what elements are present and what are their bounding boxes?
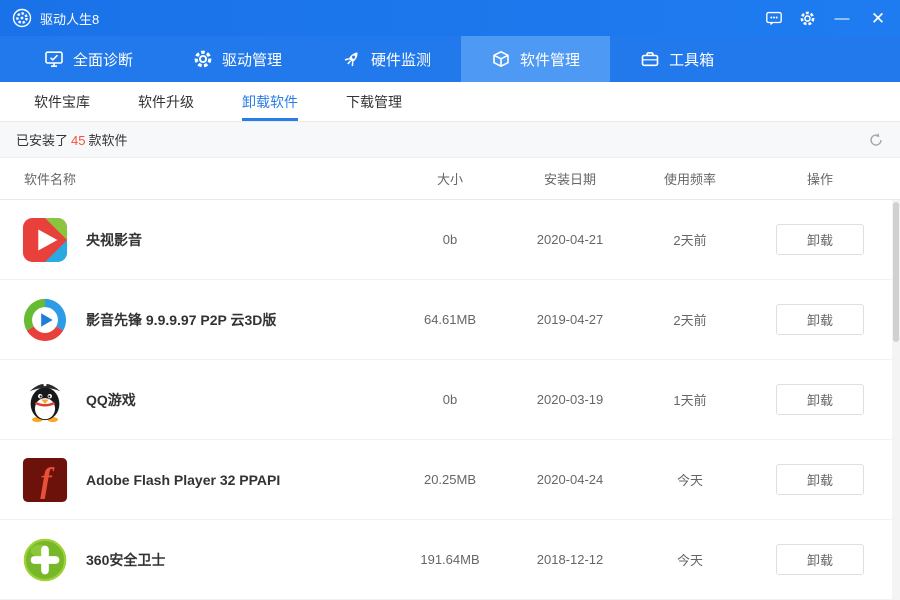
header-software-name: 软件名称 <box>0 169 390 188</box>
software-size: 0b <box>390 232 510 247</box>
app-title: 驱动人生8 <box>40 9 99 28</box>
usage-frequency: 1天前 <box>630 390 750 409</box>
header-size: 大小 <box>390 169 510 188</box>
flash-player-app-icon: f <box>22 457 68 503</box>
titlebar: 驱动人生8 — ✕ <box>0 0 900 36</box>
software-size: 0b <box>390 392 510 407</box>
usage-frequency: 2天前 <box>630 230 750 249</box>
software-name: QQ游戏 <box>86 390 136 410</box>
software-name: 央视影音 <box>86 230 142 250</box>
software-box-icon <box>491 49 511 69</box>
nav-item-full-diagnosis[interactable]: 全面诊断 <box>14 36 163 82</box>
status-prefix: 已安装了 <box>16 133 68 148</box>
nav-item-label: 工具箱 <box>669 49 714 70</box>
uninstall-button[interactable]: 卸载 <box>776 464 864 495</box>
table-header: 软件名称 大小 安装日期 使用频率 操作 <box>0 158 900 200</box>
subtab-software-upgrade[interactable]: 软件升级 <box>114 82 218 121</box>
install-date: 2019-04-27 <box>510 312 630 327</box>
table-row: 影音先锋 9.9.9.97 P2P 云3D版 64.61MB 2019-04-2… <box>0 280 900 360</box>
software-size: 64.61MB <box>390 312 510 327</box>
subtab-uninstall-software[interactable]: 卸载软件 <box>218 82 322 121</box>
toolbox-icon <box>640 49 660 69</box>
nav-item-label: 全面诊断 <box>73 49 133 70</box>
installed-count-text: 已安装了45款软件 <box>16 130 128 149</box>
software-name-cell: QQ游戏 <box>0 377 390 423</box>
install-date: 2018-12-12 <box>510 552 630 567</box>
uninstall-button[interactable]: 卸载 <box>776 544 864 575</box>
software-name: Adobe Flash Player 32 PPAPI <box>86 472 280 488</box>
uninstall-button[interactable]: 卸载 <box>776 224 864 255</box>
nav-item-toolbox[interactable]: 工具箱 <box>610 36 744 82</box>
table-row: 360安全卫士 191.64MB 2018-12-12 今天 卸载 <box>0 520 900 600</box>
status-suffix: 款软件 <box>88 133 127 148</box>
header-operation: 操作 <box>750 169 890 188</box>
software-size: 20.25MB <box>390 472 510 487</box>
status-bar: 已安装了45款软件 <box>0 122 900 158</box>
software-name-cell: f Adobe Flash Player 32 PPAPI <box>0 457 390 503</box>
install-date: 2020-04-21 <box>510 232 630 247</box>
xfplay-app-icon <box>22 297 68 343</box>
install-date: 2020-04-24 <box>510 472 630 487</box>
nav-item-hardware-monitor[interactable]: 硬件监测 <box>312 36 461 82</box>
feedback-icon[interactable] <box>765 9 783 27</box>
software-name-cell: 影音先锋 9.9.9.97 P2P 云3D版 <box>0 297 390 343</box>
app-logo-icon <box>12 8 32 28</box>
table-row: 央视影音 0b 2020-04-21 2天前 卸载 <box>0 200 900 280</box>
software-name: 影音先锋 9.9.9.97 P2P 云3D版 <box>86 310 276 330</box>
scrollbar-thumb[interactable] <box>893 202 899 342</box>
rocket-hardware-icon <box>342 49 362 69</box>
table-row: f Adobe Flash Player 32 PPAPI 20.25MB 20… <box>0 440 900 520</box>
uninstall-button[interactable]: 卸载 <box>776 304 864 335</box>
install-date: 2020-03-19 <box>510 392 630 407</box>
close-button[interactable]: ✕ <box>868 10 888 27</box>
cctv-video-app-icon <box>22 217 68 263</box>
header-usage-frequency: 使用频率 <box>630 169 750 188</box>
usage-frequency: 今天 <box>630 470 750 489</box>
refresh-icon[interactable] <box>868 132 884 148</box>
nav-item-label: 硬件监测 <box>371 49 431 70</box>
subtab-bar: 软件宝库 软件升级 卸载软件 下载管理 <box>0 82 900 122</box>
settings-gear-icon[interactable] <box>799 10 816 27</box>
titlebar-left: 驱动人生8 <box>12 8 99 28</box>
monitor-diagnosis-icon <box>44 49 64 69</box>
360-security-app-icon <box>22 537 68 583</box>
minimize-button[interactable]: — <box>832 11 852 26</box>
usage-frequency: 2天前 <box>630 310 750 329</box>
nav-item-software-management[interactable]: 软件管理 <box>461 36 610 82</box>
subtab-label: 软件升级 <box>138 92 194 112</box>
software-name: 360安全卫士 <box>86 550 165 570</box>
subtab-label: 卸载软件 <box>242 92 298 112</box>
header-install-date: 安装日期 <box>510 169 630 188</box>
usage-frequency: 今天 <box>630 550 750 569</box>
uninstall-button[interactable]: 卸载 <box>776 384 864 415</box>
qq-games-app-icon <box>22 377 68 423</box>
nav-item-label: 驱动管理 <box>222 49 282 70</box>
nav-item-driver-management[interactable]: 驱动管理 <box>163 36 312 82</box>
app-window: 驱动人生8 — ✕ <box>0 0 900 600</box>
subtab-label: 下载管理 <box>346 92 402 112</box>
main-nav: 全面诊断 驱动管理 硬件监测 <box>0 36 900 82</box>
subtab-software-store[interactable]: 软件宝库 <box>10 82 114 121</box>
software-name-cell: 央视影音 <box>0 217 390 263</box>
subtab-label: 软件宝库 <box>34 92 90 112</box>
software-name-cell: 360安全卫士 <box>0 537 390 583</box>
gear-driver-icon <box>193 49 213 69</box>
titlebar-controls: — ✕ <box>765 9 888 27</box>
software-size: 191.64MB <box>390 552 510 567</box>
subtab-download-management[interactable]: 下载管理 <box>322 82 426 121</box>
nav-item-label: 软件管理 <box>520 49 580 70</box>
table-row: QQ游戏 0b 2020-03-19 1天前 卸载 <box>0 360 900 440</box>
scrollbar[interactable] <box>892 200 900 600</box>
installed-count: 45 <box>71 133 85 148</box>
